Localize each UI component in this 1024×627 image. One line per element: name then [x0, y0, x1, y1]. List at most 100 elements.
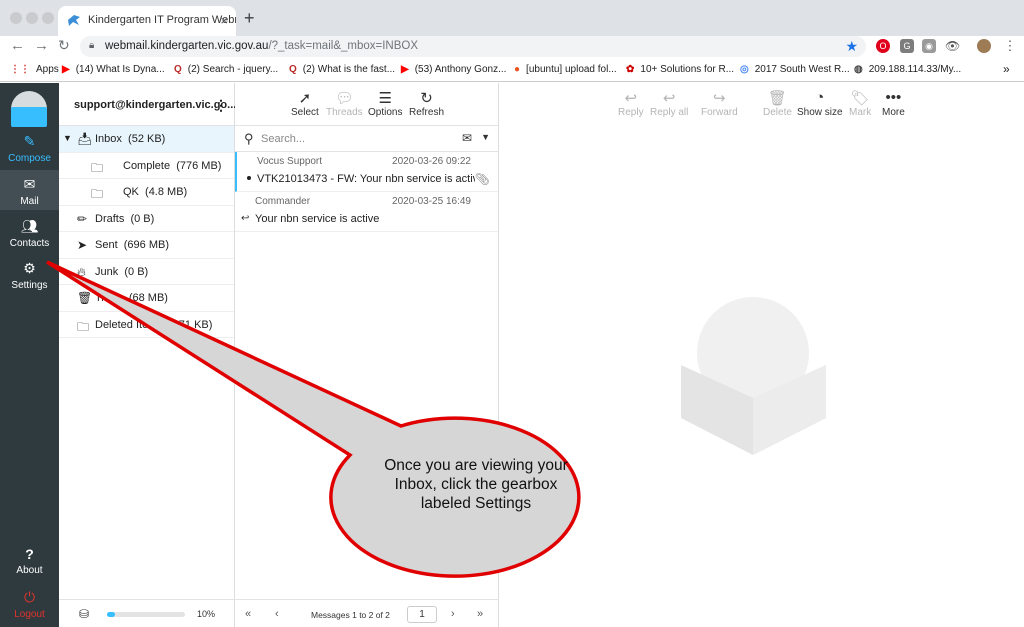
folder-deleted-items[interactable]: 🗀 Deleted Items (271 KB) [59, 312, 234, 338]
folder-junk[interactable]: 🔥︎ Junk (0 B) [59, 259, 234, 285]
folder-qk[interactable]: 🗀 QK (4.8 MB) [59, 179, 234, 206]
ellipsis-icon: ••• [885, 89, 902, 106]
message-row[interactable]: Commander 2020-03-25 16:49 ↩ Your nbn se… [235, 192, 498, 232]
message-toolbar: ↩ Reply ↩ Reply all ↪ Forward 🗑︎ Delete ◔ Sho… [499, 83, 1024, 126]
pie-chart-icon: ◔ [815, 89, 825, 106]
chevron-down-icon[interactable]: ▼ [481, 132, 490, 142]
opera-extension-icon[interactable]: O [876, 39, 890, 53]
window-minimize-button[interactable] [26, 12, 38, 24]
message-subject: Your nbn service is active [255, 213, 380, 225]
folder-complete[interactable]: 🗀 Complete (776 MB) [59, 153, 234, 179]
prev-page-icon[interactable]: ‹ [275, 608, 279, 620]
camera-extension-icon[interactable]: ◉ [922, 39, 936, 53]
bookmark-item[interactable]: Q (2) What is the fast... [289, 64, 395, 75]
folder-icon: 🗀 [77, 319, 90, 334]
account-menu-icon[interactable]: ⋮ [214, 97, 228, 114]
first-page-icon[interactable]: « [245, 608, 251, 620]
search-input[interactable]: ⚲ Search... ✉ ▼ [235, 126, 498, 152]
bookmark-item[interactable]: ◎ 2017 South West R... [740, 64, 850, 75]
bookmark-star-icon[interactable]: ★ [845, 38, 858, 55]
quota-label: 10% [197, 609, 216, 619]
unread-dot [247, 176, 251, 180]
forward-icon[interactable]: → [34, 37, 49, 54]
window-close-button[interactable] [10, 12, 22, 24]
power-icon: ⏻ [23, 589, 36, 605]
bookmark-item[interactable]: ✿ 10+ Solutions for R... [626, 64, 734, 75]
question-icon: ? [25, 546, 34, 562]
browser-tab[interactable]: Kindergarten IT Program Webmail × [58, 6, 236, 36]
folder-inbox[interactable]: ▼ 📥︎ Inbox (52 KB) [59, 126, 234, 153]
bookmarks-bar: ⋮⋮ Apps ▶ (14) What Is Dyna... Q (2) Search… [0, 58, 1024, 82]
envelope-icon: ✉ [23, 176, 36, 192]
g-extension-icon[interactable]: G [900, 39, 914, 53]
refresh-icon: ↻ [420, 90, 433, 107]
chevron-down-icon[interactable]: ▼ [63, 133, 72, 143]
quota-meter [107, 612, 185, 617]
window-zoom-button[interactable] [42, 12, 54, 24]
forward-icon: ↪ [713, 90, 726, 107]
reply-icon: ↩ [241, 213, 250, 224]
message-subject: VTK21013473 - FW: Your nbn service is ac… [257, 173, 475, 185]
bookmark-item[interactable]: ◍ 209.188.114.33/My... [854, 64, 961, 75]
options-button[interactable]: ☰ Options [368, 89, 402, 118]
list-toolbar: ➚ Select 💬︎ Threads ☰ Options ↻ Refresh [235, 83, 498, 126]
url-field[interactable]: 🔒︎ webmail.kindergarten.vic.gov.au/?_tas… [80, 36, 866, 57]
trash-icon: 🗑︎ [77, 291, 93, 305]
contacts-nav-button[interactable]: 👥︎ Contacts [0, 218, 59, 249]
next-page-icon[interactable]: › [451, 608, 455, 620]
compose-icon: ✎ [23, 133, 36, 149]
gear-icon: ⚙ [23, 260, 36, 276]
logout-button[interactable]: ⏻ Logout [0, 589, 59, 620]
message-row[interactable]: Vocus Support 2020-03-26 09:22 VTK210134… [235, 152, 498, 192]
forward-button[interactable]: ↪ Forward [701, 89, 738, 118]
eye-extension-icon[interactable]: 👁︎ [945, 39, 960, 53]
browser-menu-icon[interactable]: ⋮ [1003, 39, 1017, 53]
bookmark-item[interactable]: ▶ (14) What Is Dyna... [62, 64, 165, 75]
about-nav-button[interactable]: ? About [0, 546, 59, 576]
folder-icon: 🗀 [91, 187, 104, 201]
hard-drive-icon: ⛁ [79, 607, 90, 621]
roundcube-logo [11, 91, 47, 127]
reply-button[interactable]: ↩ Reply [618, 89, 644, 118]
reply-all-button[interactable]: ↩ Reply all [650, 89, 688, 118]
settings-nav-button[interactable]: ⚙ Settings [0, 260, 59, 291]
show-size-button[interactable]: ◔ Show size [797, 89, 843, 118]
account-header: support@kindergarten.vic.go... ⋮ [59, 83, 237, 126]
page-number-input[interactable]: 1 [407, 606, 437, 623]
mark-button[interactable]: 🏷︎ Mark [849, 89, 871, 118]
cursor-icon: ➚ [298, 90, 312, 107]
quota-bar: ⛁ 10% [59, 599, 235, 627]
bookmark-item[interactable]: Q (2) Search - jquery... [174, 64, 278, 75]
more-button[interactable]: ••• More [882, 89, 905, 118]
inbox-icon: 📥︎ [77, 132, 93, 146]
reload-icon[interactable]: ↻ [58, 37, 70, 54]
folder-icon: 🗀 [91, 160, 104, 175]
paper-plane-icon: ➤ [77, 238, 88, 252]
profile-avatar[interactable] [977, 39, 991, 53]
threads-button[interactable]: 💬︎ Threads [326, 89, 363, 118]
folder-sent[interactable]: ➤ Sent (696 MB) [59, 232, 234, 259]
more-bookmarks-icon[interactable]: » [1003, 62, 1010, 76]
close-tab-icon[interactable]: × [220, 13, 228, 28]
back-icon[interactable]: ← [10, 37, 25, 54]
pencil-icon: ✏ [77, 211, 88, 226]
refresh-button[interactable]: ↻ Refresh [409, 89, 444, 118]
watermark-logo [681, 297, 826, 455]
account-name: support@kindergarten.vic.go... [74, 99, 237, 111]
select-button[interactable]: ➚ Select [291, 89, 319, 118]
new-tab-button[interactable]: + [244, 8, 255, 29]
message-list-panel: ➚ Select 💬︎ Threads ☰ Options ↻ Refresh ⚲ Se… [235, 83, 499, 627]
compose-button[interactable]: ✎ Compose [0, 133, 59, 164]
envelope-icon[interactable]: ✉ [462, 131, 472, 145]
url-host: webmail.kindergarten.vic.gov.au [105, 40, 269, 52]
trash-icon: 🗑︎ [767, 90, 787, 107]
app-navigation: ✎ Compose ✉ Mail 👥︎ Contacts ⚙ Settings … [0, 83, 59, 627]
bookmark-item[interactable]: ▶ (53) Anthony Gonz... [401, 64, 506, 75]
apps-bookmark[interactable]: ⋮⋮ Apps [10, 64, 59, 75]
folder-drafts[interactable]: ✏ Drafts (0 B) [59, 206, 234, 232]
delete-button[interactable]: 🗑︎ Delete [763, 89, 792, 118]
folder-trash[interactable]: 🗑︎ Trash (68 MB) [59, 285, 234, 312]
last-page-icon[interactable]: » [477, 608, 483, 620]
mail-nav-button[interactable]: ✉ Mail [0, 170, 59, 210]
bookmark-item[interactable]: ● [ubuntu] upload fol... [514, 64, 617, 75]
